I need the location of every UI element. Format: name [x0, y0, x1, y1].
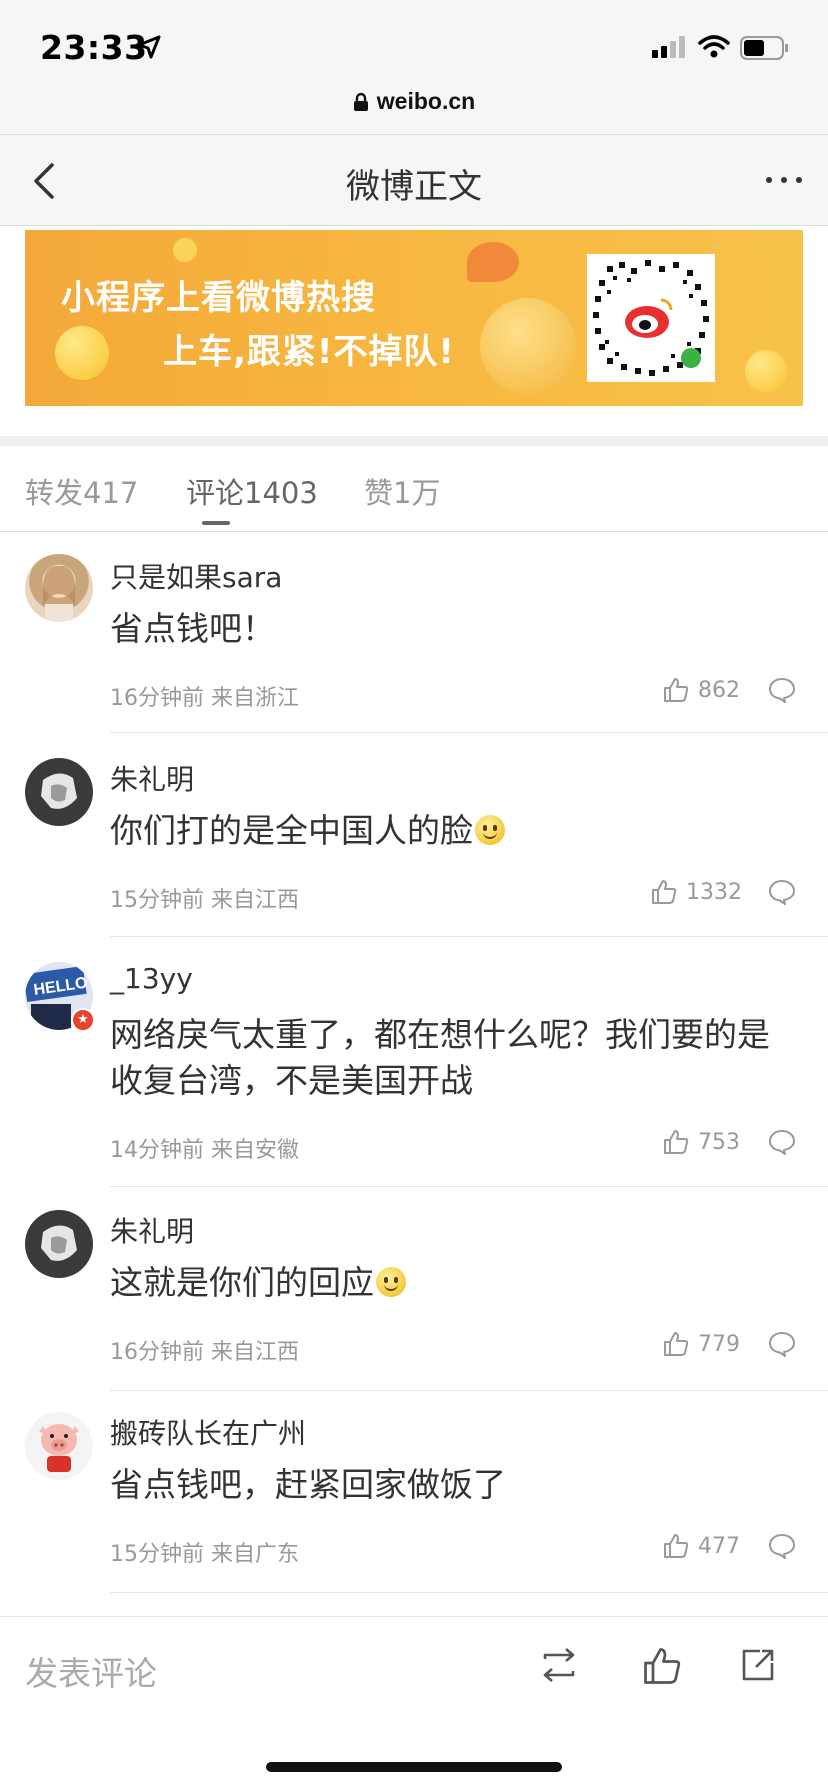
comment-meta: 14分钟前 来自安徽 — [110, 1138, 299, 1163]
tab-comments[interactable]: 评论1403 — [186, 470, 318, 512]
comment-item: HELLO ★ _13yy 网络戾气太重了，都在想什么呢？我们要的是收复台湾，不… — [0, 940, 828, 1188]
tab-likes[interactable]: 赞1万 — [364, 470, 440, 512]
banner-line2: 上车,跟紧!不掉队! — [163, 332, 455, 372]
active-tab-indicator — [202, 521, 230, 525]
nav-header: 微博正文 — [0, 134, 828, 226]
tab-reposts[interactable]: 转发417 — [25, 470, 138, 512]
comment-meta: 16分钟前 来自浙江 — [110, 686, 299, 711]
reply-icon[interactable] — [768, 1128, 796, 1156]
share-icon[interactable] — [738, 1645, 778, 1685]
comment-text-content: 省点钱吧，赶紧回家做饭了 — [110, 1465, 506, 1504]
comment-text: 你们打的是全中国人的脸 — [110, 808, 800, 854]
verified-badge-icon: ★ — [71, 1008, 95, 1032]
comment-divider — [110, 936, 828, 937]
comment-author[interactable]: 朱礼明 — [110, 1210, 194, 1250]
comment-text-content: 网络戾气太重了，都在想什么呢？我们要的是收复台湾，不是美国开战 — [110, 1015, 770, 1100]
mini-program-qr-code — [587, 254, 715, 382]
compose-comment-input[interactable]: 发表评论 — [25, 1647, 157, 1695]
location-arrow-icon — [137, 35, 161, 59]
reply-icon[interactable] — [768, 1532, 796, 1560]
page-title: 微博正文 — [346, 167, 482, 207]
like-icon — [664, 1332, 689, 1356]
like-icon — [652, 880, 677, 904]
comment-divider — [110, 1390, 828, 1391]
avatar[interactable] — [25, 758, 93, 826]
section-separator — [0, 436, 828, 446]
avatar[interactable]: HELLO ★ — [25, 962, 95, 1032]
reply-icon[interactable] — [768, 1330, 796, 1358]
comment-text-content: 这就是你们的回应 — [110, 1263, 374, 1302]
decor-weibo-shape — [480, 298, 576, 394]
like-count: 1332 — [686, 879, 742, 905]
decor-bubble — [173, 238, 197, 262]
url-text: weibo.cn — [376, 88, 476, 114]
comment-text-content: 省点钱吧！ — [110, 609, 275, 648]
smile-emoji-icon — [376, 1267, 406, 1297]
wifi-icon — [698, 35, 730, 58]
comment-text: 省点钱吧，赶紧回家做饭了 — [110, 1462, 800, 1508]
comment-item: 朱礼明 这就是你们的回应 16分钟前 来自江西 779 — [0, 1190, 828, 1392]
comment-item: 只是如果sara 省点钱吧！ 16分钟前 来自浙江 862 — [0, 534, 828, 734]
avatar[interactable] — [25, 1412, 93, 1480]
like-icon — [664, 678, 689, 702]
comment-author[interactable]: _13yy — [110, 962, 193, 995]
comment-author[interactable]: 只是如果sara — [110, 556, 282, 596]
comment-divider — [110, 1592, 828, 1593]
decor-bubble — [745, 350, 787, 392]
like-count: 753 — [698, 1129, 740, 1155]
comment-text: 网络戾气太重了，都在想什么呢？我们要的是收复台湾，不是美国开战 — [110, 1012, 800, 1104]
like-icon — [664, 1130, 689, 1154]
comment-divider — [110, 1186, 828, 1187]
reply-icon[interactable] — [768, 676, 796, 704]
promo-banner[interactable]: 小程序上看微博热搜 上车,跟紧!不掉队! — [25, 230, 803, 406]
status-bar: 23:33 — [0, 0, 828, 88]
like-button[interactable]: 862 — [662, 676, 740, 704]
like-count: 477 — [698, 1533, 740, 1559]
comment-text-content: 你们打的是全中国人的脸 — [110, 811, 473, 850]
avatar[interactable] — [25, 1210, 93, 1278]
avatar[interactable] — [25, 554, 93, 622]
like-button[interactable]: 477 — [662, 1532, 740, 1560]
like-count: 862 — [698, 677, 740, 703]
comment-meta: 16分钟前 来自江西 — [110, 1340, 299, 1365]
comment-author[interactable]: 搬砖队长在广州 — [110, 1412, 306, 1452]
comment-text: 省点钱吧！ — [110, 606, 800, 652]
decor-rocket — [467, 242, 519, 282]
tab-bar: 转发417 评论1403 赞1万 — [0, 446, 828, 532]
battery-icon — [740, 36, 788, 60]
comment-text: 这就是你们的回应 — [110, 1260, 800, 1306]
comment-item: 朱礼明 你们打的是全中国人的脸 15分钟前 来自江西 1332 — [0, 736, 828, 938]
banner-line1: 小程序上看微博热搜 — [61, 278, 376, 318]
like-button[interactable]: 1332 — [650, 878, 742, 906]
comment-divider — [110, 732, 828, 733]
reply-icon[interactable] — [768, 878, 796, 906]
signal-icon — [652, 36, 685, 58]
home-indicator — [266, 1762, 562, 1772]
comment-author[interactable]: 朱礼明 — [110, 758, 194, 798]
comment-meta: 15分钟前 来自广东 — [110, 1542, 299, 1567]
smile-emoji-icon — [475, 815, 505, 845]
lock-icon — [353, 92, 368, 111]
status-time: 23:33 — [40, 28, 148, 67]
like-button[interactable]: 753 — [662, 1128, 740, 1156]
decor-bubble — [55, 326, 109, 380]
like-button[interactable]: 779 — [662, 1330, 740, 1358]
like-icon — [664, 1534, 689, 1558]
repost-icon[interactable] — [537, 1645, 581, 1685]
more-icon[interactable] — [764, 165, 804, 195]
comment-item: 搬砖队长在广州 省点钱吧，赶紧回家做饭了 15分钟前 来自广东 477 — [0, 1394, 828, 1594]
comment-meta: 15分钟前 来自江西 — [110, 888, 299, 913]
like-icon[interactable] — [641, 1645, 683, 1687]
like-count: 779 — [698, 1331, 740, 1357]
url-bar[interactable]: weibo.cn — [0, 82, 828, 134]
